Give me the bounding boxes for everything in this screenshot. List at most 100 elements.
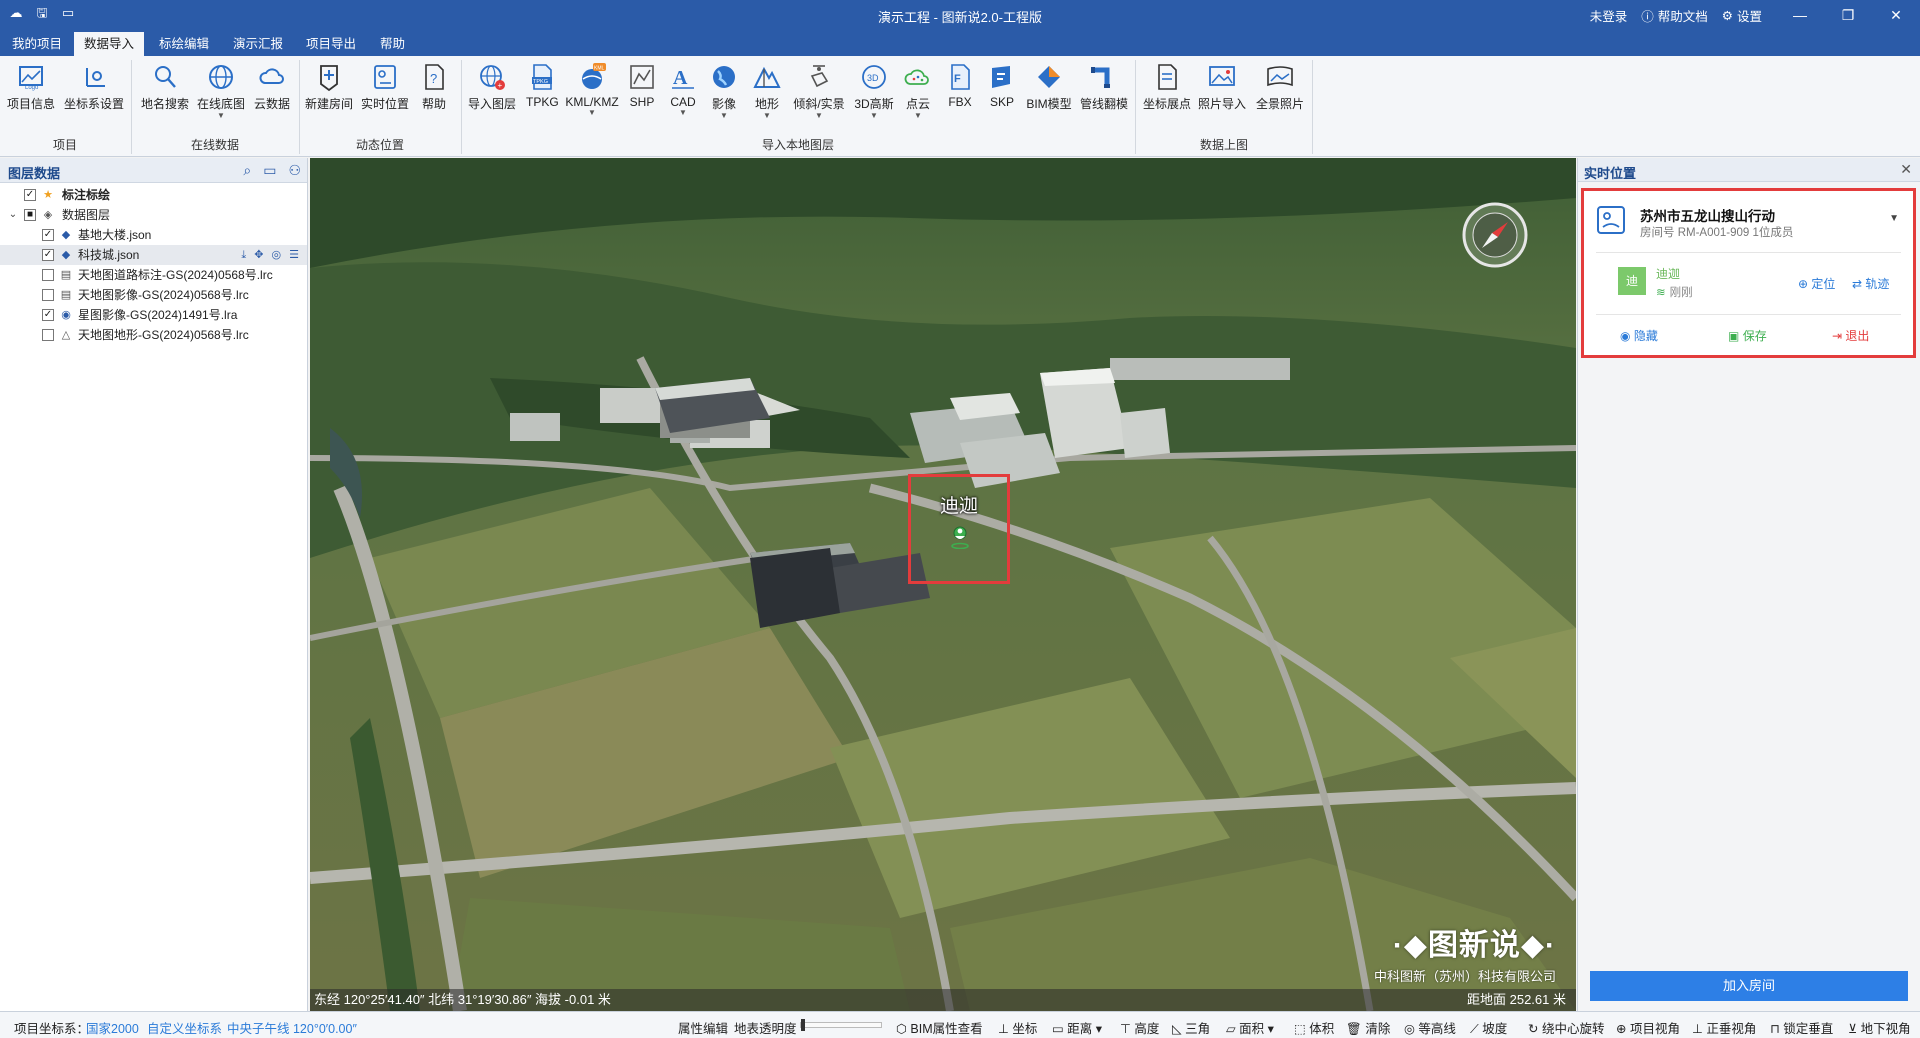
- crs-settings-button[interactable]: 坐标系设置: [64, 62, 124, 112]
- help-doc-link[interactable]: ⓘ 帮助文档: [1641, 6, 1708, 25]
- close-icon[interactable]: ✕: [1900, 161, 1912, 178]
- close-button[interactable]: ✕: [1872, 7, 1920, 24]
- checkbox[interactable]: ✓: [42, 229, 54, 241]
- tree-row-layer[interactable]: ✓ ◆ 基地大楼.json: [0, 225, 307, 245]
- chevron-down-icon: ▼: [217, 111, 225, 120]
- help-icon: ⓘ: [1641, 9, 1654, 24]
- project-view-button[interactable]: ⊕ 项目视角: [1616, 1018, 1680, 1037]
- tab-data-import[interactable]: 数据导入: [74, 32, 145, 56]
- tree-row-layer[interactable]: ▤ 天地图道路标注-GS(2024)0568号.lrc: [0, 265, 307, 285]
- fbx-button[interactable]: F FBX: [944, 62, 976, 109]
- compass-widget[interactable]: [1460, 200, 1530, 270]
- tab-project-export[interactable]: 项目导出: [296, 32, 366, 56]
- menu-icon[interactable]: ☰: [289, 245, 299, 265]
- area-tool-button[interactable]: ▱ 面积 ▾: [1226, 1018, 1274, 1037]
- checkbox[interactable]: [42, 269, 54, 281]
- new-room-button[interactable]: 新建房间: [304, 62, 354, 112]
- kml-button[interactable]: KML KML/KMZ ▼: [565, 62, 619, 117]
- imagery-button[interactable]: 影像 ▼: [708, 62, 740, 120]
- custom-crs-link[interactable]: 自定义坐标系: [147, 1018, 222, 1037]
- height-tool-button[interactable]: ⊤ 高度: [1120, 1018, 1159, 1037]
- add-folder-icon[interactable]: ▭: [263, 162, 276, 179]
- tree-row-layer[interactable]: ✓ ◉ 星图影像-GS(2024)1491号.lra: [0, 305, 307, 325]
- tree-row-plot-group[interactable]: ✓ ★ 标注标绘: [0, 185, 307, 205]
- checkbox[interactable]: ✓: [42, 249, 54, 261]
- checkbox[interactable]: ✓: [42, 309, 54, 321]
- dynamic-help-button[interactable]: ? 帮助: [418, 62, 450, 112]
- bim-button[interactable]: BIM模型: [1024, 62, 1074, 112]
- orbit-center-button[interactable]: ↻ 绕中心旋转: [1528, 1018, 1604, 1037]
- tree-row-layer[interactable]: △ 天地图地形-GS(2024)0568号.lrc: [0, 325, 307, 345]
- lock-vertical-button[interactable]: ⊓ 锁定垂直: [1770, 1018, 1833, 1037]
- search-icon[interactable]: ⌕: [243, 162, 251, 179]
- save-button[interactable]: ▣ 保存: [1728, 327, 1767, 344]
- exit-button[interactable]: ⇥ 退出: [1832, 327, 1869, 344]
- coord-points-button[interactable]: 坐标展点: [1142, 62, 1192, 112]
- locate-icon[interactable]: ◎: [272, 245, 282, 265]
- attribute-edit-button[interactable]: 属性编辑: [678, 1018, 728, 1037]
- import-layer-button[interactable]: + 导入图层: [467, 62, 517, 112]
- slope-tool-button[interactable]: ⟋ 坡度: [1470, 1018, 1507, 1037]
- shp-button[interactable]: SHP: [626, 62, 658, 109]
- crs-axes-icon: [86, 68, 105, 87]
- settings-link[interactable]: ⚙ 设置: [1722, 6, 1762, 25]
- login-link[interactable]: 未登录: [1590, 6, 1628, 25]
- layer-tree: ✓ ★ 标注标绘 ⌄ ■ ◈ 数据图层 ✓ ◆ 基地大楼.json ✓ ◆ 科技…: [0, 183, 307, 345]
- move-icon[interactable]: ✥: [254, 245, 263, 265]
- collapse-icon[interactable]: ⌄: [8, 205, 18, 225]
- restore-button[interactable]: ❐: [1824, 7, 1872, 24]
- track-button[interactable]: ⇄ 轨迹: [1852, 275, 1889, 292]
- online-basemap-button[interactable]: 在线底图 ▼: [196, 62, 246, 120]
- volume-tool-button[interactable]: ⬚ 体积: [1294, 1018, 1334, 1037]
- member-location-marker[interactable]: 迪迦: [908, 474, 1010, 584]
- pipeline-button[interactable]: 管线翻模: [1078, 62, 1130, 112]
- bim-attr-button[interactable]: ⬡ BIM属性查看: [896, 1018, 983, 1037]
- chevron-down-icon[interactable]: ▼: [1889, 213, 1899, 224]
- place-search-button[interactable]: 地名搜索: [140, 62, 190, 112]
- contour-tool-button[interactable]: ◎ 等高线: [1404, 1018, 1456, 1037]
- hide-button[interactable]: ◉ 隐藏: [1620, 327, 1658, 344]
- cloud-data-button[interactable]: 云数据: [250, 62, 294, 112]
- checkbox[interactable]: [42, 289, 54, 301]
- pointcloud-button[interactable]: 点云 ▼: [901, 62, 935, 120]
- oblique-button[interactable]: 倾斜/实景 ▼: [790, 62, 848, 120]
- tab-help[interactable]: 帮助: [370, 32, 415, 56]
- minimize-button[interactable]: —: [1776, 7, 1824, 23]
- tab-presentation[interactable]: 演示汇报: [223, 32, 293, 56]
- triangle-tool-button[interactable]: ◺ 三角: [1172, 1018, 1210, 1037]
- central-meridian[interactable]: 中央子午线 120°0′0.00″: [227, 1018, 357, 1037]
- tree-row-layer-selected[interactable]: ✓ ◆ 科技城.json ⤓ ✥ ◎ ☰: [0, 245, 307, 265]
- panorama-button[interactable]: 全景照片: [1254, 62, 1306, 112]
- slider-handle[interactable]: [801, 1019, 805, 1031]
- vertical-view-button[interactable]: ⊥ 正垂视角: [1692, 1018, 1756, 1037]
- locate-button[interactable]: ⊕ 定位: [1798, 275, 1835, 292]
- tree-row-data-group[interactable]: ⌄ ■ ◈ 数据图层: [0, 205, 307, 225]
- checkbox[interactable]: [42, 329, 54, 341]
- tab-plot-edit[interactable]: 标绘编辑: [149, 32, 219, 56]
- surface-opacity-slider[interactable]: [800, 1019, 882, 1031]
- checkbox-partial[interactable]: ■: [24, 209, 36, 221]
- checkbox[interactable]: ✓: [24, 189, 36, 201]
- realtime-position-button[interactable]: 实时位置: [359, 62, 411, 112]
- slope-icon: ⟋: [1470, 1022, 1479, 1036]
- tree-row-layer[interactable]: ▤ 天地图影像-GS(2024)0568号.lrc: [0, 285, 307, 305]
- tpkg-button[interactable]: TPKG TPKG: [526, 62, 559, 109]
- export-icon[interactable]: ⤓: [241, 245, 246, 265]
- coord-tool-button[interactable]: ⊥ 坐标: [998, 1018, 1037, 1037]
- ruler-icon: ▭: [1052, 1022, 1064, 1036]
- map-viewport[interactable]: 迪迦 ·◆图新说◆· 中科图新（苏州）科技有限公司 东经 120°25′41.4…: [310, 158, 1576, 1011]
- skp-button[interactable]: SKP: [986, 62, 1018, 109]
- trash-icon: 🗑: [1346, 1022, 1362, 1036]
- clear-tool-button[interactable]: 🗑 清除: [1346, 1018, 1390, 1037]
- join-room-button[interactable]: 加入房间: [1590, 971, 1908, 1001]
- distance-tool-button[interactable]: ▭ 距离 ▾: [1052, 1018, 1102, 1037]
- cad-button[interactable]: A CAD ▼: [667, 62, 699, 117]
- terrain-button[interactable]: 地形 ▼: [751, 62, 783, 120]
- gaussian-button[interactable]: 3D 3D高斯 ▼: [852, 62, 896, 120]
- underground-view-button[interactable]: ⊻ 地下视角: [1848, 1018, 1911, 1037]
- user-settings-icon[interactable]: ⚇: [288, 162, 301, 179]
- crs-value-link[interactable]: 国家2000: [86, 1018, 139, 1037]
- project-info-button[interactable]: Logo 项目信息: [6, 62, 56, 112]
- tab-my-project[interactable]: 我的项目: [2, 32, 72, 56]
- photo-import-button[interactable]: 照片导入: [1196, 62, 1248, 112]
